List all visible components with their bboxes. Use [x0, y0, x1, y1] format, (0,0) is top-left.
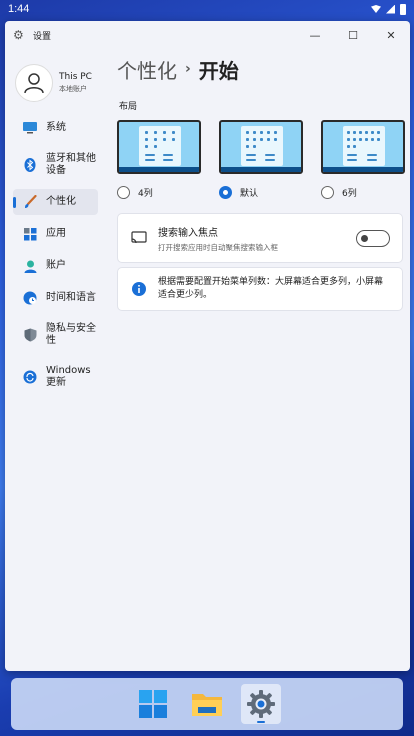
cast-screen-icon [130, 231, 148, 245]
sidebar-item-system[interactable]: 系统 [13, 115, 98, 141]
avatar [15, 64, 53, 102]
main-content: 个性化 › 开始 布局 4列 默认 6列 搜索输入焦点 打开搜索应用时自动聚焦搜… [117, 49, 405, 311]
sidebar-item-time-language[interactable]: 时间和语言 [13, 285, 98, 311]
sidebar-item-label: 隐私与安全性 [46, 323, 96, 346]
wifi-icon [371, 5, 381, 13]
bluetooth-icon [23, 158, 37, 172]
layout-thumbnail[interactable] [321, 120, 405, 174]
sidebar-item-label: 账户 [46, 260, 66, 271]
windows-start-icon [139, 690, 167, 718]
taskbar-file-explorer[interactable] [187, 684, 227, 724]
battery-icon [400, 3, 406, 15]
card-title: 搜索输入焦点 [158, 227, 218, 239]
monitor-icon [23, 121, 37, 135]
profile-name: This PC [59, 72, 92, 82]
sidebar-item-windows-update[interactable]: Windows 更新 [13, 359, 98, 395]
globe-clock-icon [23, 291, 37, 305]
search-focus-card: 搜索输入焦点 打开搜索应用时自动聚焦搜索输入框 [117, 213, 403, 263]
info-card: 根据需要配置开始菜单列数：大屏幕适合更多列，小屏幕适合更少列。 [117, 267, 403, 311]
page-title: 开始 [198, 58, 239, 83]
sidebar-item-accounts[interactable]: 账户 [13, 253, 98, 279]
taskbar-settings[interactable] [241, 684, 281, 724]
sidebar-item-label: 蓝牙和其他设备 [46, 153, 96, 176]
info-text: 根据需要配置开始菜单列数：大屏幕适合更多列，小屏幕适合更少列。 [158, 277, 384, 300]
profile-subtitle: 本地账户 [59, 85, 87, 93]
radio-6col[interactable] [321, 186, 334, 199]
user-profile[interactable]: This PC 本地账户 [5, 49, 105, 107]
status-time: 1:44 [8, 3, 30, 15]
page-heading: 个性化 › 开始 [117, 49, 403, 89]
layout-thumbnail[interactable] [219, 120, 303, 174]
sidebar-item-apps[interactable]: 应用 [13, 221, 98, 247]
sidebar-item-label: 个性化 [46, 196, 76, 207]
layout-label: 默认 [240, 189, 259, 199]
settings-app-icon: ⚙ [13, 28, 24, 42]
layout-label: 6列 [342, 189, 357, 199]
breadcrumb-parent[interactable]: 个性化 [117, 55, 177, 84]
card-subtitle: 打开搜索应用时自动聚焦搜索输入框 [158, 242, 278, 252]
search-focus-toggle[interactable] [356, 229, 390, 247]
user-silhouette-icon [24, 73, 44, 94]
sidebar-item-label: 应用 [46, 228, 66, 239]
sidebar-item-label: Windows 更新 [46, 365, 91, 388]
maximize-button[interactable]: ☐ [334, 21, 372, 49]
radio-4col[interactable] [117, 186, 130, 199]
layout-label: 4列 [138, 189, 153, 199]
layout-option-6col[interactable]: 6列 [321, 120, 405, 199]
status-bar: 1:44 [0, 0, 414, 18]
taskbar-start-button[interactable] [133, 684, 173, 724]
brush-icon [23, 195, 37, 209]
sidebar-item-personalization[interactable]: 个性化 [13, 189, 98, 215]
sidebar: This PC 本地账户 系统 蓝牙和其他设备 个性化 应用 账户 时间和语言 … [5, 49, 105, 395]
shield-icon [23, 328, 37, 342]
sidebar-item-label: 时间和语言 [46, 292, 96, 303]
layout-option-4col[interactable]: 4列 [117, 120, 201, 199]
apps-icon [23, 227, 37, 241]
radio-default[interactable] [219, 186, 232, 199]
sidebar-item-label: 系统 [46, 122, 66, 133]
sidebar-nav: 系统 蓝牙和其他设备 个性化 应用 账户 时间和语言 隐私与安全性 Window… [5, 115, 105, 395]
layout-options: 4列 默认 6列 [117, 120, 405, 199]
person-icon [23, 259, 37, 273]
taskbar [11, 678, 403, 730]
sidebar-item-bluetooth[interactable]: 蓝牙和其他设备 [13, 147, 98, 183]
window-title: 设置 [33, 31, 52, 42]
info-icon [130, 282, 148, 296]
update-icon [23, 370, 37, 384]
settings-gear-icon [247, 690, 275, 718]
section-label-layout: 布局 [119, 102, 138, 112]
signal-icon [386, 4, 395, 14]
sidebar-item-privacy[interactable]: 隐私与安全性 [13, 317, 98, 353]
layout-thumbnail[interactable] [117, 120, 201, 174]
window-controls: — ☐ ✕ [296, 21, 410, 49]
settings-window: ⚙ 设置 — ☐ ✕ This PC 本地账户 系统 蓝牙和其他设备 个性化 应… [5, 21, 410, 671]
layout-option-default[interactable]: 默认 [219, 120, 303, 199]
status-icons [371, 3, 406, 15]
file-explorer-icon [192, 694, 222, 716]
close-button[interactable]: ✕ [372, 21, 410, 49]
breadcrumb-separator: › [185, 61, 191, 77]
title-bar[interactable]: ⚙ 设置 — ☐ ✕ [5, 21, 410, 49]
minimize-button[interactable]: — [296, 21, 334, 49]
